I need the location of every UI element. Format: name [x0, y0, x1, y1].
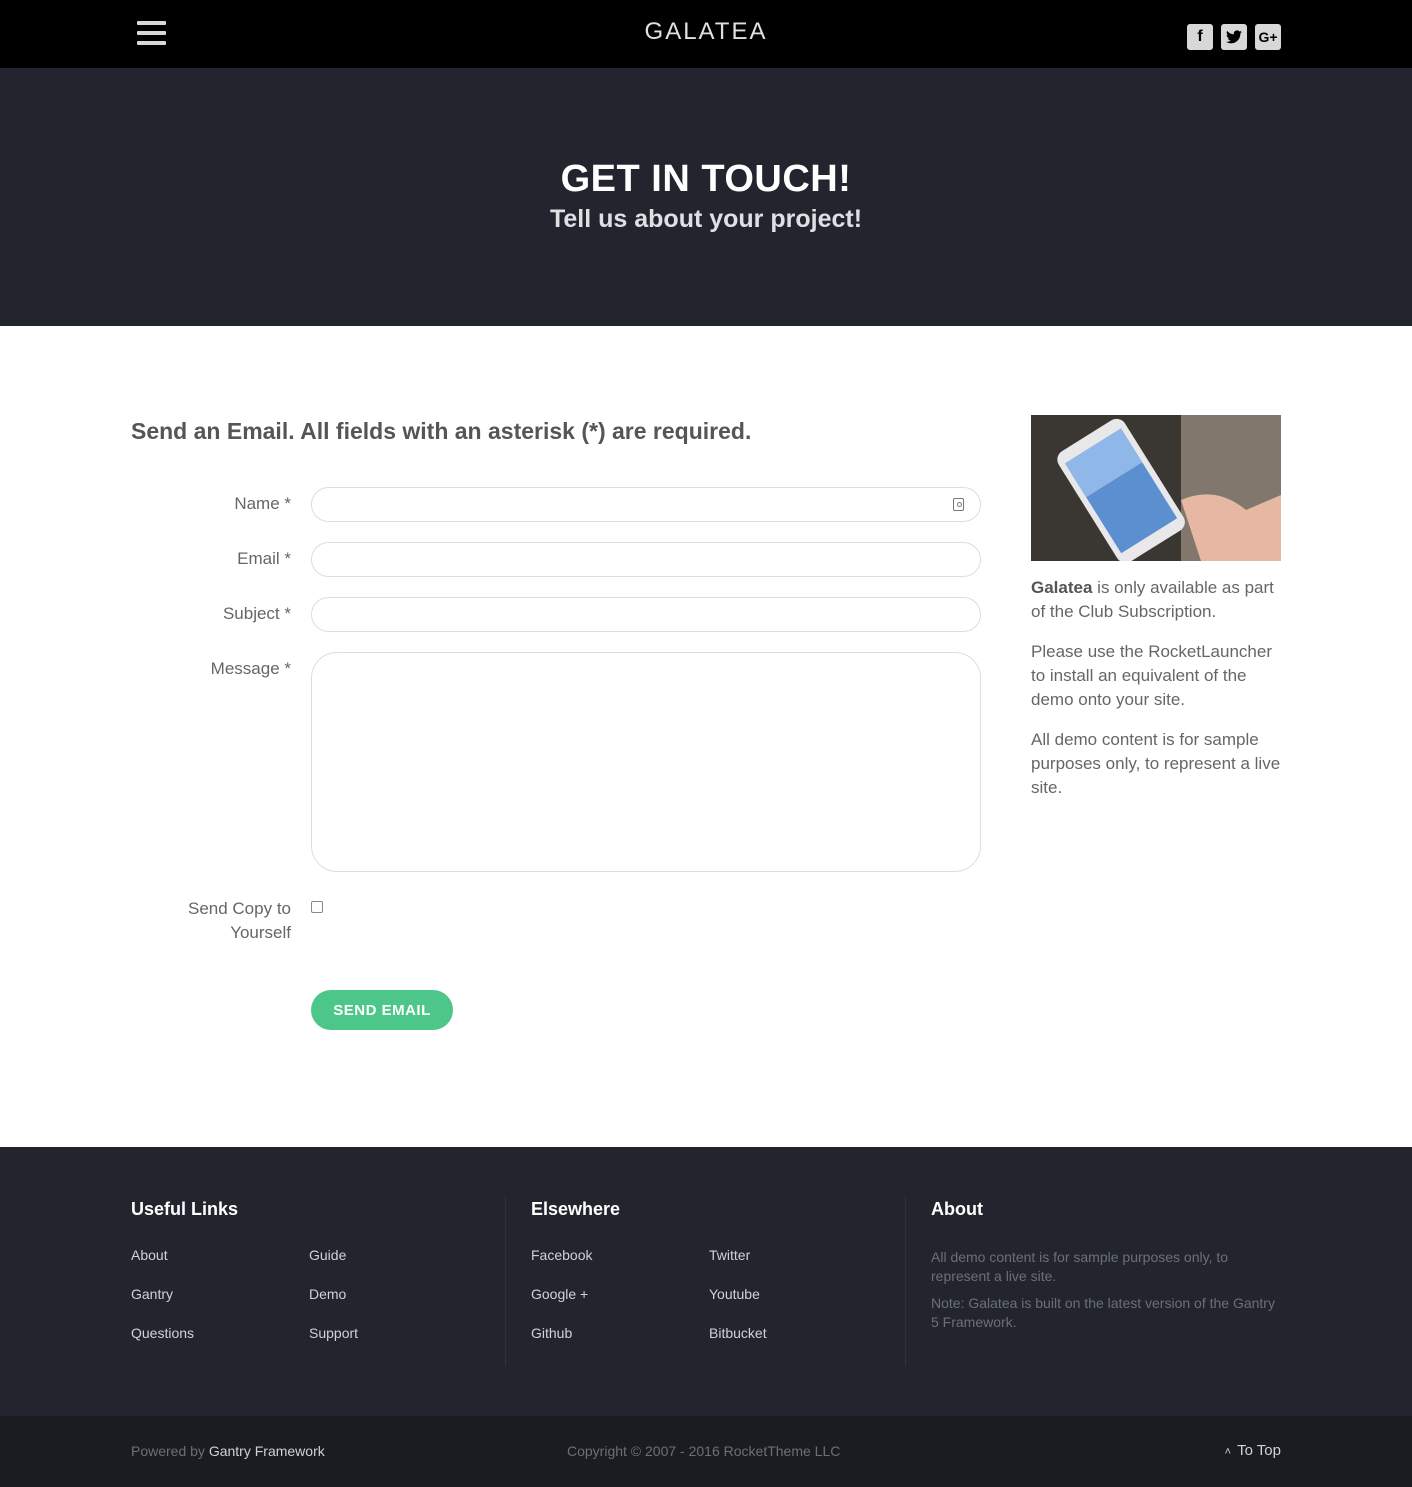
sidebar-paragraph-3: All demo content is for sample purposes … — [1031, 730, 1281, 797]
footer-link-gantry[interactable]: Gantry — [131, 1286, 173, 1302]
footer-link-support[interactable]: Support — [309, 1325, 358, 1341]
footer-link-google-plus[interactable]: Google + — [531, 1286, 588, 1302]
about-paragraph-2: Note: Galatea is built on the latest ver… — [931, 1295, 1275, 1330]
send-email-button[interactable]: SEND EMAIL — [311, 990, 453, 1030]
to-top-link[interactable]: ˄ To Top — [1225, 1442, 1281, 1459]
name-field[interactable] — [311, 487, 981, 522]
message-textarea[interactable] — [311, 652, 981, 872]
phone-in-hand-image — [1031, 415, 1281, 561]
sidebar-paragraph-2: Please use the RocketLauncher to install… — [1031, 642, 1272, 709]
elsewhere-title: Elsewhere — [531, 1199, 621, 1219]
top-bar: GALATEA f G+ — [0, 0, 1412, 68]
subject-field[interactable] — [311, 597, 981, 632]
hero-title: GET IN TOUCH! — [560, 158, 852, 200]
email-field[interactable] — [311, 542, 981, 577]
message-label: Message * — [210, 659, 291, 678]
gantry-framework-link[interactable]: Gantry Framework — [209, 1443, 325, 1459]
double-chevron-up-icon: ˄ — [1224, 1446, 1232, 1458]
to-top-label: To Top — [1237, 1442, 1281, 1459]
footer-link-about[interactable]: About — [131, 1247, 168, 1263]
footer-link-demo[interactable]: Demo — [309, 1286, 346, 1302]
footer-divider — [505, 1196, 506, 1366]
hero-banner: GET IN TOUCH! Tell us about your project… — [0, 68, 1412, 326]
footer-link-bitbucket[interactable]: Bitbucket — [709, 1325, 767, 1341]
name-label: Name * — [234, 494, 291, 513]
sidebar-brand-name: Galatea — [1031, 578, 1093, 597]
powered-by: Powered by Gantry Framework — [131, 1443, 325, 1459]
send-copy-checkbox[interactable] — [311, 901, 323, 913]
subject-label: Subject * — [222, 604, 291, 623]
sidebar-paragraph-1: Galatea is only available as part of the… — [1031, 576, 1281, 624]
powered-by-prefix: Powered by — [131, 1443, 209, 1459]
form-title: Send an Email. All fields with an asteri… — [131, 418, 752, 444]
footer-link-twitter[interactable]: Twitter — [709, 1247, 750, 1263]
about-paragraph-1: All demo content is for sample purposes … — [931, 1249, 1229, 1284]
footer-link-facebook[interactable]: Facebook — [531, 1247, 592, 1263]
footer-link-guide[interactable]: Guide — [309, 1247, 346, 1263]
copyright-text: Copyright © 2007 - 2016 RocketTheme LLC — [567, 1443, 841, 1459]
twitter-icon[interactable] — [1221, 24, 1247, 50]
hero-subtitle: Tell us about your project! — [549, 205, 863, 233]
send-copy-label-line1: Send Copy to — [187, 899, 291, 918]
footer-divider — [905, 1196, 906, 1366]
footer-link-youtube[interactable]: Youtube — [709, 1286, 760, 1302]
footer-link-questions[interactable]: Questions — [131, 1325, 194, 1341]
email-label: Email * — [237, 549, 291, 568]
facebook-icon[interactable]: f — [1187, 24, 1213, 50]
useful-links-title: Useful Links — [131, 1199, 239, 1219]
footer-link-github[interactable]: Github — [531, 1325, 572, 1341]
contact-card-icon[interactable] — [953, 498, 964, 511]
send-copy-label: Send Copy to Yourself — [131, 897, 291, 945]
about-title: About — [931, 1199, 983, 1219]
send-copy-label-line2: Yourself — [230, 923, 291, 942]
social-links: f G+ — [1187, 24, 1281, 50]
google-plus-icon[interactable]: G+ — [1255, 24, 1281, 50]
